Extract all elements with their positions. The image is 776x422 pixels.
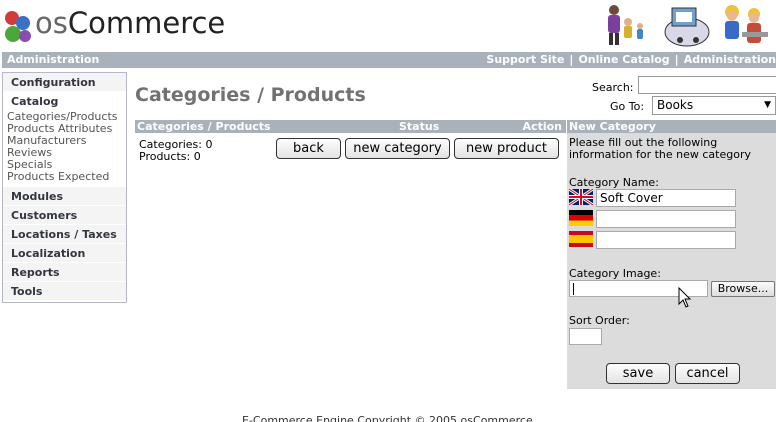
catalog-submenu: Categories/Products Products Attributes … [3,111,126,183]
header-illustrations-icon [608,5,768,47]
online-catalog-link[interactable]: Online Catalog [578,53,669,66]
administration-link[interactable]: Administration [684,53,776,66]
categories-table-header: Categories / Products Status Action [135,120,566,133]
new-product-button[interactable]: new product [454,138,559,159]
cancel-button[interactable]: cancel [675,363,740,384]
logo-icon [5,11,31,42]
search-label: Search: [592,81,634,94]
menu-configuration[interactable]: Configuration [3,73,126,92]
new-category-panel: New Category Please fill out the followi… [567,120,776,389]
separator: | [569,53,574,66]
sort-order-label: Sort Order: [569,314,630,327]
menu-localization[interactable]: Localization [3,244,126,263]
menu-tools[interactable]: Tools [3,282,126,301]
category-name-es-input[interactable] [596,231,736,249]
logo-text: osCommerce [35,6,226,40]
menu-locations-taxes[interactable]: Locations / Taxes [3,225,126,244]
uk-flag-icon [569,189,593,205]
search-input[interactable] [638,76,776,94]
germany-flag-icon [569,210,593,226]
mouse-pointer-icon [678,287,692,308]
column-action: Action [522,120,562,133]
page-title: Categories / Products [135,84,366,106]
separator: | [674,53,679,66]
goto-selected-value: Books [657,98,694,112]
menu-customers[interactable]: Customers [3,206,126,225]
text-caret [573,283,574,295]
column-status: Status [399,120,440,133]
category-name-label: Category Name: [569,176,659,189]
category-name-en-input[interactable]: Soft Cover [596,189,736,207]
browse-button[interactable]: Browse... [711,281,775,297]
footer-copyright: E-Commerce Engine Copyright © 2005 osCom… [242,414,533,422]
menu-item-products-expected[interactable]: Products Expected [7,171,126,183]
dropdown-arrow-icon: ▼ [764,100,771,110]
spain-flag-icon [569,231,593,247]
panel-intro-line-2: information for the new category [569,148,751,161]
left-navigation-menu: Configuration Catalog Categories/Product… [2,72,127,303]
topbar-administration-label: Administration [7,53,100,66]
item-counts: Categories: 0 Products: 0 [139,139,213,163]
category-name-de-input[interactable] [596,210,736,228]
save-button[interactable]: save [606,363,670,384]
column-categories-products: Categories / Products [137,120,271,133]
back-button[interactable]: back [276,138,341,159]
menu-catalog[interactable]: Catalog [3,92,126,111]
header: osCommerce [0,0,776,52]
category-image-label: Category Image: [569,267,661,280]
goto-label: Go To: [610,100,645,113]
menu-modules[interactable]: Modules [3,187,126,206]
new-category-button[interactable]: new category [345,138,450,159]
panel-title: New Category [567,120,776,133]
products-count: Products: 0 [139,150,201,163]
menu-reports[interactable]: Reports [3,263,126,282]
goto-select[interactable]: Books ▼ [652,96,776,115]
sort-order-input[interactable] [569,328,602,345]
support-site-link[interactable]: Support Site [486,53,564,66]
top-navigation-bar: Administration Support Site | Online Catal… [2,52,776,68]
